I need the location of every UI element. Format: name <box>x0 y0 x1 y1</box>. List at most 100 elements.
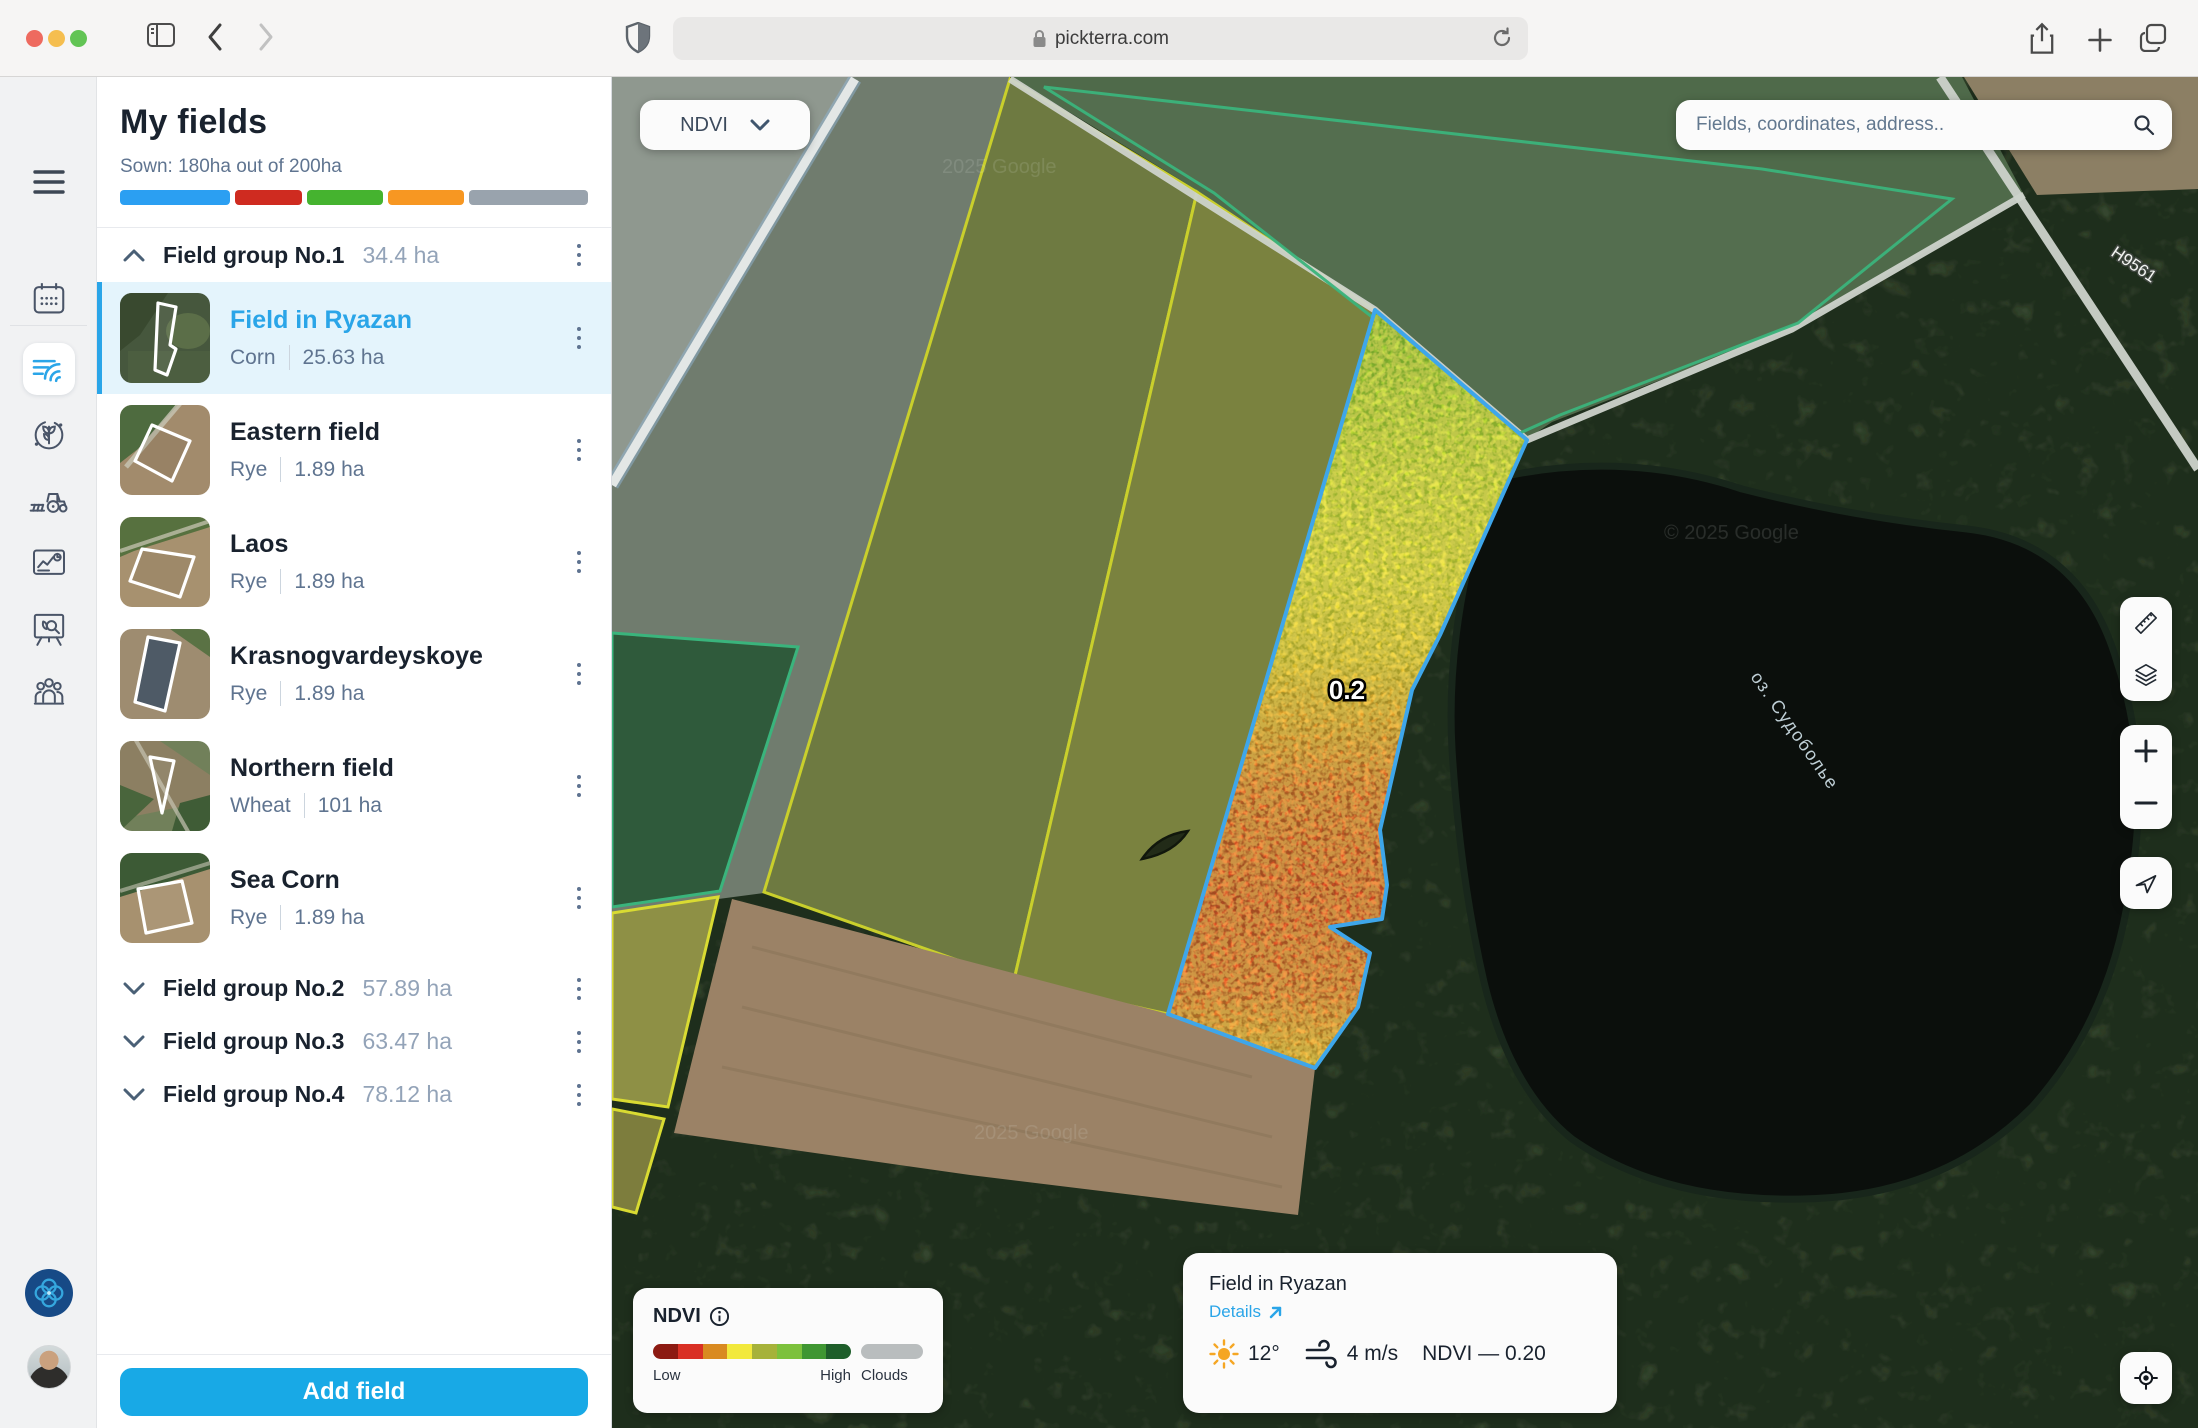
field-group-row-1[interactable]: Field group No.1 34.4 ha <box>97 228 611 282</box>
group-area: 57.89 ha <box>362 975 452 1002</box>
field-menu-button[interactable] <box>571 769 587 803</box>
field-thumbnail <box>120 741 210 831</box>
field-name: Laos <box>230 530 364 559</box>
sidebar-item-reports[interactable] <box>0 543 97 583</box>
field-info-card: Field in Ryazan Details 12° <box>1183 1253 1617 1413</box>
sidebar-item-crops[interactable] <box>0 415 97 455</box>
minimize-window-button[interactable] <box>48 30 65 47</box>
map-canvas[interactable]: 0.2 оз. Судоболье H9561 2025 Google © 20… <box>612 77 2198 1428</box>
group-label: Field group No.3 <box>163 1028 344 1055</box>
temperature-value: 12° <box>1248 1342 1280 1366</box>
search-input[interactable] <box>1696 114 2132 136</box>
field-menu-button[interactable] <box>571 881 587 915</box>
zoom-out-button[interactable] <box>2120 777 2172 829</box>
info-icon[interactable] <box>709 1306 730 1327</box>
group-menu-button[interactable] <box>571 1078 587 1112</box>
field-name: Northern field <box>230 754 394 783</box>
chevron-down-icon <box>750 119 770 131</box>
field-thumbnail <box>120 629 210 719</box>
info-field-name: Field in Ryazan <box>1209 1273 1591 1296</box>
orientation-control <box>2120 857 2172 909</box>
compass-arrow-button[interactable] <box>2120 857 2172 909</box>
team-icon <box>28 672 70 712</box>
locate-control <box>2120 1352 2172 1404</box>
chevron-down-icon[interactable] <box>123 1088 145 1101</box>
field-group-row-3[interactable]: Field group No.3 63.47 ha <box>97 1015 611 1068</box>
group-area: 34.4 ha <box>362 242 439 269</box>
main-menu-button[interactable] <box>0 167 97 197</box>
field-crop: Wheat <box>230 794 291 818</box>
layer-selector-dropdown[interactable]: NDVI <box>640 100 810 150</box>
field-row-ryazan[interactable]: Field in Ryazan Corn 25.63 ha <box>97 282 611 394</box>
url-bar[interactable]: pickterra.com <box>673 17 1528 60</box>
field-area: 1.89 ha <box>294 458 364 482</box>
layers-button[interactable] <box>2120 649 2172 701</box>
org-logo[interactable] <box>0 1269 97 1317</box>
sub-divider <box>280 569 281 594</box>
forward-button[interactable] <box>255 22 277 52</box>
map-tools-group <box>2120 597 2172 701</box>
sidebar-item-fields-active[interactable] <box>0 343 97 395</box>
zoom-window-button[interactable] <box>70 30 87 47</box>
layers-icon <box>2132 661 2160 689</box>
ndvi-color-ramp <box>653 1344 851 1359</box>
close-window-button[interactable] <box>26 30 43 47</box>
user-avatar[interactable] <box>0 1345 97 1389</box>
sun-icon <box>1209 1339 1239 1369</box>
field-row-laos[interactable]: Laos Rye 1.89 ha <box>97 506 611 618</box>
field-crop: Rye <box>230 458 267 482</box>
reload-icon[interactable] <box>1490 25 1514 57</box>
chevron-down-icon[interactable] <box>123 1035 145 1048</box>
legend-low-label: Low <box>653 1367 681 1384</box>
sidebar-item-machinery[interactable] <box>0 479 97 519</box>
field-crop: Rye <box>230 906 267 930</box>
search-icon[interactable] <box>2132 113 2156 137</box>
field-group-row-2[interactable]: Field group No.2 57.89 ha <box>97 962 611 1015</box>
satellite-map: 0.2 оз. Судоболье H9561 2025 Google © 20… <box>612 77 2198 1428</box>
field-group-row-4[interactable]: Field group No.4 78.12 ha <box>97 1068 611 1121</box>
group-menu-button[interactable] <box>571 238 587 272</box>
sidebar-toggle-icon[interactable] <box>146 22 176 48</box>
group-menu-button[interactable] <box>571 1025 587 1059</box>
measure-button[interactable] <box>2120 597 2172 649</box>
field-menu-button[interactable] <box>571 545 587 579</box>
logo-icon <box>25 1269 73 1317</box>
add-field-button[interactable]: Add field <box>120 1368 588 1416</box>
map-search-box[interactable] <box>1676 100 2172 150</box>
new-tab-icon[interactable] <box>2086 26 2114 54</box>
details-link[interactable]: Details <box>1209 1302 1591 1322</box>
legend-title: NDVI <box>653 1305 701 1328</box>
nav-rail <box>0 77 97 1428</box>
page-title: My fields <box>97 77 611 142</box>
sidebar-item-team[interactable] <box>0 672 97 712</box>
field-area: 101 ha <box>318 794 382 818</box>
sidebar-item-scouting[interactable] <box>0 609 97 649</box>
gps-locate-button[interactable] <box>2120 1352 2172 1404</box>
field-row-northern[interactable]: Northern field Wheat 101 ha <box>97 730 611 842</box>
field-row-eastern[interactable]: Eastern field Rye 1.89 ha <box>97 394 611 506</box>
tab-overview-icon[interactable] <box>2138 22 2168 52</box>
field-row-krasnogvardeyskoye[interactable]: Krasnogvardeyskoye Rye 1.89 ha <box>97 618 611 730</box>
share-icon[interactable] <box>2028 22 2056 56</box>
zoom-in-button[interactable] <box>2120 725 2172 777</box>
chevron-down-icon[interactable] <box>123 982 145 995</box>
privacy-shield-icon[interactable] <box>625 22 651 54</box>
url-text: pickterra.com <box>1055 28 1169 50</box>
field-menu-button[interactable] <box>571 321 587 355</box>
field-menu-button[interactable] <box>571 433 587 467</box>
field-menu-button[interactable] <box>571 657 587 691</box>
back-button[interactable] <box>204 22 226 52</box>
group-menu-button[interactable] <box>571 972 587 1006</box>
chevron-up-icon[interactable] <box>123 249 145 262</box>
group-area: 78.12 ha <box>362 1081 452 1108</box>
ndvi-reading: NDVI — 0.20 <box>1422 1342 1546 1366</box>
ndvi-value-label: 0.2 <box>1329 675 1365 705</box>
sub-divider <box>280 905 281 930</box>
sub-divider <box>280 681 281 706</box>
sub-divider <box>289 345 290 370</box>
sidebar-item-calendar[interactable] <box>0 280 97 318</box>
layer-selector-value: NDVI <box>680 114 728 137</box>
group-label: Field group No.2 <box>163 975 344 1002</box>
field-row-sea-corn[interactable]: Sea Corn Rye 1.89 ha <box>97 842 611 954</box>
legend-high-label: High <box>820 1367 851 1384</box>
